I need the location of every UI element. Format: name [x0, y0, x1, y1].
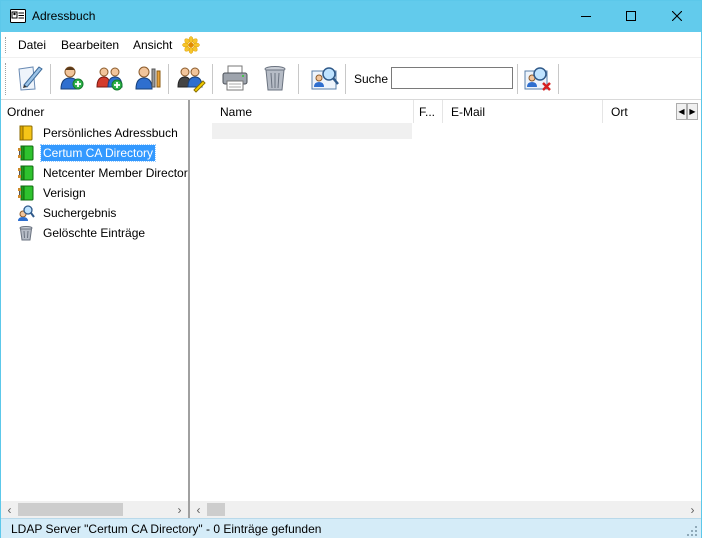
yellow-book-icon — [17, 125, 35, 141]
edit-contact-icon — [176, 63, 206, 96]
edit-contact-button[interactable] — [175, 63, 207, 95]
window-title: Adressbuch — [32, 9, 96, 23]
address-book-app-icon — [10, 9, 26, 23]
new-contact-button[interactable] — [56, 63, 88, 95]
contacts-list: Name F... E-Mail Ort ◀ ▶ — [190, 100, 701, 501]
new-group-button[interactable] — [94, 63, 126, 95]
folder-netcenter-member-directory[interactable]: Netcenter Member Director — [17, 163, 190, 182]
trash-icon — [260, 63, 290, 96]
close-icon — [671, 10, 683, 24]
chevron-right-icon[interactable]: › — [171, 501, 188, 518]
column-header-icon[interactable] — [190, 100, 212, 123]
header-scroll-left-button[interactable]: ◀ — [676, 103, 687, 120]
header-scroll-right-button[interactable]: ▶ — [687, 103, 698, 120]
toolbar-separator — [212, 64, 213, 94]
status-text: LDAP Server "Certum CA Directory" - 0 Ei… — [11, 522, 322, 536]
toolbar-separator — [50, 64, 51, 94]
column-header-ort[interactable]: Ort — [603, 100, 677, 123]
resize-grip-icon[interactable] — [687, 525, 697, 536]
search-label: Suche — [354, 72, 389, 86]
maximize-button[interactable] — [608, 1, 654, 32]
chevron-right-icon[interactable]: › — [684, 501, 701, 518]
folder-verisign[interactable]: Verisign — [17, 183, 88, 202]
new-message-button[interactable] — [14, 63, 46, 95]
folder-persoenliches-adressbuch[interactable]: Persönliches Adressbuch — [17, 123, 180, 142]
menu-datei[interactable]: Datei — [18, 38, 46, 52]
empty-list-row — [212, 123, 412, 139]
chevron-left-icon[interactable]: ‹ — [190, 501, 207, 518]
folder-label: Persönliches Adressbuch — [43, 125, 178, 140]
delete-button[interactable] — [259, 63, 291, 95]
toolbar: Suche — [1, 59, 701, 99]
toolbar-separator — [517, 64, 518, 94]
column-header-f[interactable]: F... — [414, 100, 443, 123]
toolbar-grip[interactable] — [5, 63, 7, 95]
minimize-icon — [581, 10, 591, 24]
contacts-list-hscrollbar[interactable]: ‹ › — [190, 501, 701, 518]
column-header-name[interactable]: Name — [212, 100, 414, 123]
ldap-directory-icon — [17, 185, 35, 201]
folder-certum-ca-directory[interactable]: Certum CA Directory — [17, 143, 157, 162]
folder-label: Suchergebnis — [43, 205, 117, 220]
menubar-grip[interactable] — [5, 37, 7, 53]
menu-ansicht[interactable]: Ansicht — [133, 38, 172, 52]
toolbar-separator — [298, 64, 299, 94]
status-bar: LDAP Server "Certum CA Directory" - 0 Ei… — [1, 518, 701, 538]
folder-label: Certum CA Directory — [39, 143, 157, 162]
add-contact-icon — [57, 63, 87, 96]
folder-tree: Ordner Persönliches Adressbuch Certum CA… — [1, 100, 188, 501]
clear-search-button[interactable] — [522, 63, 554, 95]
find-contact-button[interactable] — [309, 63, 341, 95]
triangle-right-icon: ▶ — [689, 107, 696, 116]
folder-label: Verisign — [43, 185, 86, 200]
menu-bar: Datei Bearbeiten Ansicht — [1, 32, 701, 58]
folder-geloeschte-eintraege[interactable]: Gelöschte Einträge — [17, 223, 147, 242]
clear-search-icon — [523, 63, 553, 96]
ldap-directory-icon — [17, 165, 35, 181]
close-button[interactable] — [654, 1, 700, 32]
toolbar-separator — [168, 64, 169, 94]
search-input[interactable] — [391, 67, 513, 89]
print-button[interactable] — [219, 63, 251, 95]
toolbar-separator — [558, 64, 559, 94]
folder-label: Gelöschte Einträge — [43, 225, 146, 240]
flower-icon[interactable] — [182, 36, 200, 54]
scrollbar-thumb[interactable] — [207, 503, 225, 516]
search-contact-icon — [310, 63, 340, 96]
triangle-left-icon: ◀ — [678, 107, 685, 116]
folder-tree-hscrollbar[interactable]: ‹ › — [1, 501, 188, 518]
trash-icon — [17, 225, 35, 241]
pen-paper-icon — [15, 63, 45, 96]
printer-icon — [220, 63, 250, 96]
search-result-icon — [17, 204, 35, 221]
contact-properties-icon — [133, 63, 163, 96]
address-book-window: Adressbuch Datei Bearbeiten Ansicht Such… — [0, 0, 702, 538]
title-bar[interactable]: Adressbuch — [1, 1, 701, 32]
maximize-icon — [626, 10, 636, 24]
chevron-left-icon[interactable]: ‹ — [1, 501, 18, 518]
properties-button[interactable] — [132, 63, 164, 95]
minimize-button[interactable] — [563, 1, 609, 32]
add-group-icon — [95, 63, 125, 96]
folder-header: Ordner — [7, 105, 45, 119]
scrollbar-thumb[interactable] — [18, 503, 123, 516]
menu-bearbeiten[interactable]: Bearbeiten — [61, 38, 119, 52]
toolbar-separator — [345, 64, 346, 94]
folder-suchergebnis[interactable]: Suchergebnis — [17, 203, 118, 222]
column-header-email[interactable]: E-Mail — [443, 100, 603, 123]
ldap-directory-icon — [17, 145, 35, 161]
folder-label: Netcenter Member Director — [43, 165, 188, 180]
